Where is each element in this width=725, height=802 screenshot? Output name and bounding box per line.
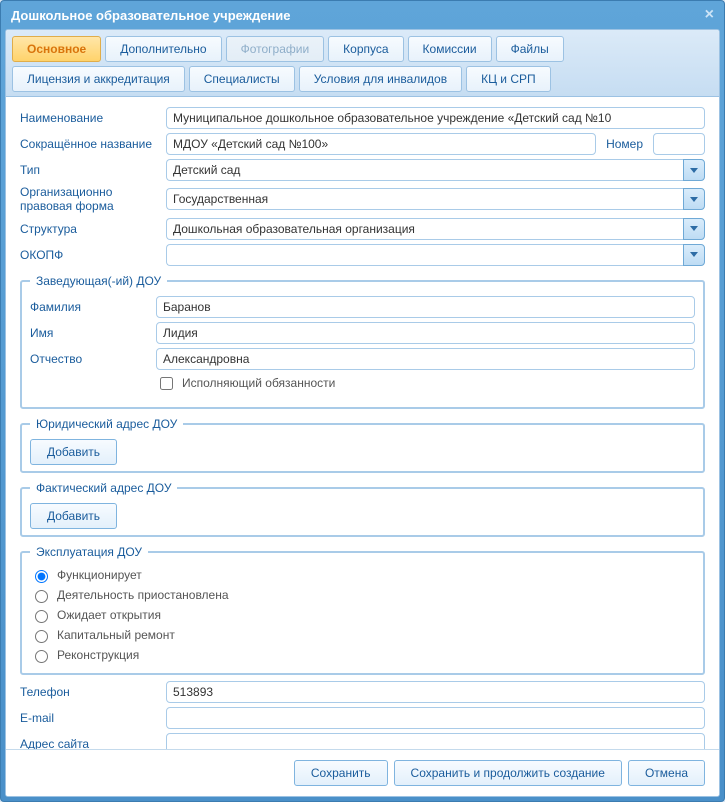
legend-fact-address: Фактический адрес ДОУ bbox=[30, 481, 177, 495]
tab-специалисты[interactable]: Специалисты bbox=[189, 66, 295, 92]
patronymic-input[interactable] bbox=[156, 348, 695, 370]
tab-файлы[interactable]: Файлы bbox=[496, 36, 564, 62]
email-input[interactable] bbox=[166, 707, 705, 729]
save-button[interactable]: Сохранить bbox=[294, 760, 388, 786]
acting-checkbox[interactable] bbox=[160, 377, 173, 390]
number-input[interactable] bbox=[653, 133, 705, 155]
exploitation-option-label: Реконструкция bbox=[57, 648, 139, 662]
label-lastname: Фамилия bbox=[30, 300, 150, 314]
titlebar: Дошкольное образовательное учреждение × bbox=[1, 1, 724, 29]
tab-дополнительно[interactable]: Дополнительно bbox=[105, 36, 221, 62]
legend-head: Заведующая(-ий) ДОУ bbox=[30, 274, 167, 288]
fieldset-exploitation: Эксплуатация ДОУ Функционирует Деятельнос… bbox=[20, 545, 705, 675]
chevron-down-icon bbox=[690, 252, 698, 257]
fieldset-fact-address: Фактический адрес ДОУ Добавить bbox=[20, 481, 705, 537]
exploitation-option-label: Функционирует bbox=[57, 568, 142, 582]
window-title: Дошкольное образовательное учреждение bbox=[11, 8, 291, 23]
label-number: Номер bbox=[602, 137, 647, 151]
structure-combo[interactable] bbox=[166, 218, 683, 240]
label-patronymic: Отчество bbox=[30, 352, 150, 366]
add-fact-address-button[interactable]: Добавить bbox=[30, 503, 117, 529]
tab-strip: ОсновноеДополнительноФотографииКорпусаКо… bbox=[6, 30, 719, 97]
label-shortname: Сокращённое название bbox=[20, 137, 160, 151]
tab-комиссии[interactable]: Комиссии bbox=[408, 36, 492, 62]
firstname-input[interactable] bbox=[156, 322, 695, 344]
type-combo-trigger[interactable] bbox=[683, 159, 705, 181]
chevron-down-icon bbox=[690, 168, 698, 173]
exploitation-radio-4[interactable] bbox=[35, 650, 48, 663]
exploitation-radio-3[interactable] bbox=[35, 630, 48, 643]
tab-лицензия-и-аккредитация[interactable]: Лицензия и аккредитация bbox=[12, 66, 185, 92]
label-name: Наименование bbox=[20, 111, 160, 125]
tab-основное[interactable]: Основное bbox=[12, 36, 101, 62]
dialog-body: ОсновноеДополнительноФотографииКорпусаКо… bbox=[5, 29, 720, 797]
close-icon[interactable]: × bbox=[705, 6, 714, 24]
tab-корпуса[interactable]: Корпуса bbox=[328, 36, 403, 62]
name-input[interactable] bbox=[166, 107, 705, 129]
save-continue-button[interactable]: Сохранить и продолжить создание bbox=[394, 760, 622, 786]
exploitation-radio-1[interactable] bbox=[35, 590, 48, 603]
dialog-window: Дошкольное образовательное учреждение × … bbox=[0, 0, 725, 802]
label-firstname: Имя bbox=[30, 326, 150, 340]
tab-фотографии: Фотографии bbox=[226, 36, 325, 62]
okopf-combo-trigger[interactable] bbox=[683, 244, 705, 266]
label-site: Адрес сайта bbox=[20, 737, 160, 749]
exploitation-option-label: Ожидает открытия bbox=[57, 608, 161, 622]
orgform-combo[interactable] bbox=[166, 188, 683, 210]
exploitation-option-label: Капитальный ремонт bbox=[57, 628, 175, 642]
fieldset-legal-address: Юридический адрес ДОУ Добавить bbox=[20, 417, 705, 473]
chevron-down-icon bbox=[690, 197, 698, 202]
legend-legal-address: Юридический адрес ДОУ bbox=[30, 417, 183, 431]
tab-кц-и-срп[interactable]: КЦ и СРП bbox=[466, 66, 551, 92]
cancel-button[interactable]: Отмена bbox=[628, 760, 705, 786]
shortname-input[interactable] bbox=[166, 133, 596, 155]
tab-условия-для-инвалидов[interactable]: Условия для инвалидов bbox=[299, 66, 462, 92]
add-legal-address-button[interactable]: Добавить bbox=[30, 439, 117, 465]
site-input[interactable] bbox=[166, 733, 705, 749]
fieldset-head: Заведующая(-ий) ДОУ Фамилия Имя Отчество bbox=[20, 274, 705, 409]
lastname-input[interactable] bbox=[156, 296, 695, 318]
form-main: Наименование Сокращённое название Номер … bbox=[6, 97, 719, 749]
label-orgform: Организационно правовая форма bbox=[20, 185, 160, 214]
chevron-down-icon bbox=[690, 226, 698, 231]
legend-exploitation: Эксплуатация ДОУ bbox=[30, 545, 148, 559]
label-okopf: ОКОПФ bbox=[20, 248, 160, 262]
exploitation-radio-2[interactable] bbox=[35, 610, 48, 623]
phone-input[interactable] bbox=[166, 681, 705, 703]
label-email: E-mail bbox=[20, 711, 160, 725]
orgform-combo-trigger[interactable] bbox=[683, 188, 705, 210]
label-structure: Структура bbox=[20, 222, 160, 236]
label-phone: Телефон bbox=[20, 685, 160, 699]
structure-combo-trigger[interactable] bbox=[683, 218, 705, 240]
label-acting: Исполняющий обязанности bbox=[182, 376, 335, 390]
type-combo[interactable] bbox=[166, 159, 683, 181]
label-type: Тип bbox=[20, 163, 160, 177]
exploitation-option-label: Деятельность приостановлена bbox=[57, 588, 229, 602]
exploitation-radio-0[interactable] bbox=[35, 570, 48, 583]
dialog-footer: Сохранить Сохранить и продолжить создани… bbox=[6, 749, 719, 796]
okopf-combo[interactable] bbox=[166, 244, 683, 266]
